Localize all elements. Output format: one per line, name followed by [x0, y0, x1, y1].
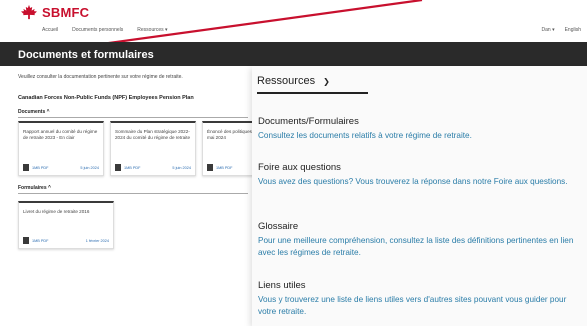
- chevron-down-icon: ❯: [323, 76, 330, 86]
- ressources-dropdown: Ressources ❯ Documents/Formulaires Consu…: [252, 66, 587, 326]
- document-card[interactable]: Sommaire du Plan stratégique 2022-2024 d…: [110, 121, 196, 176]
- pdf-icon: [207, 164, 213, 171]
- pdf-icon: [23, 237, 29, 244]
- page-title: Documents et formulaires: [18, 49, 154, 61]
- menu-item-title[interactable]: Glossaire: [258, 221, 583, 232]
- menu-item-faq[interactable]: Foire aux questions Vous avez des questi…: [258, 162, 583, 188]
- intro-text: Veuillez consulter la documentation pert…: [18, 74, 183, 80]
- ressources-underline: [257, 92, 368, 94]
- brand-name: SBMFC: [42, 4, 90, 20]
- menu-item-description[interactable]: Consultez les documents relatifs à votre…: [258, 130, 583, 142]
- form-date: 1 février 2024: [85, 238, 109, 243]
- document-date: 5 juin 2024: [172, 165, 191, 170]
- nav-ressources[interactable]: Ressources ▾: [137, 27, 167, 33]
- menu-item-description[interactable]: Pour une meilleure compréhension, consul…: [258, 235, 583, 259]
- documents-divider: [18, 117, 248, 118]
- menu-item-documents[interactable]: Documents/Formulaires Consultez les docu…: [258, 116, 583, 142]
- ressources-toggle[interactable]: Ressources ❯: [257, 72, 330, 90]
- pdf-icon: [115, 164, 121, 171]
- document-date: 5 juin 2024: [80, 165, 99, 170]
- top-bar: SBMFC Accueil Documents personnels Resso…: [0, 0, 587, 34]
- document-card-title: Rapport annuel du comité du régime de re…: [23, 129, 98, 141]
- brand-logo[interactable]: SBMFC: [20, 4, 89, 20]
- menu-item-title[interactable]: Foire aux questions: [258, 162, 583, 173]
- user-menu[interactable]: Dan ▾: [542, 27, 555, 33]
- document-size: 1MB PDF: [124, 165, 141, 170]
- pdf-icon: [23, 164, 29, 171]
- ressources-label: Ressources: [257, 75, 316, 87]
- form-size: 1MB PDF: [32, 238, 49, 243]
- menu-item-glossaire[interactable]: Glossaire Pour une meilleure compréhensi…: [258, 221, 583, 259]
- top-nav: Accueil Documents personnels Ressources …: [42, 27, 168, 33]
- menu-item-title[interactable]: Liens utiles: [258, 280, 583, 291]
- nav-documents-personnels[interactable]: Documents personnels: [72, 27, 123, 33]
- menu-item-description[interactable]: Vous avez des questions? Vous trouverez …: [258, 176, 583, 188]
- menu-item-liens-utiles[interactable]: Liens utiles Vous y trouverez une liste …: [258, 280, 583, 318]
- menu-item-description[interactable]: Vous y trouverez une liste de liens util…: [258, 294, 583, 318]
- documents-section-toggle[interactable]: Documents ^: [18, 109, 50, 115]
- forms-divider: [18, 193, 248, 194]
- menu-item-title[interactable]: Documents/Formulaires: [258, 116, 583, 127]
- maple-leaf-icon: [21, 4, 37, 20]
- document-card-title: Sommaire du Plan stratégique 2022-2024 d…: [115, 129, 191, 141]
- form-card-title: Livret du régime de retraite 2016: [23, 209, 90, 214]
- document-size: 1MB PDF: [216, 165, 233, 170]
- form-card[interactable]: Livret du régime de retraite 2016 1MB PD…: [18, 201, 114, 249]
- document-card[interactable]: Rapport annuel du comité du régime de re…: [18, 121, 104, 176]
- nav-accueil[interactable]: Accueil: [42, 27, 58, 33]
- plan-name: Canadian Forces Non-Public Funds (NPF) E…: [18, 95, 194, 101]
- top-right-menu: Dan ▾ English: [542, 27, 581, 33]
- document-size: 1MB PDF: [32, 165, 49, 170]
- language-toggle[interactable]: English: [565, 27, 581, 33]
- forms-section-toggle[interactable]: Formulaires ^: [18, 185, 51, 191]
- dropdown-header: Ressources ❯: [252, 66, 587, 94]
